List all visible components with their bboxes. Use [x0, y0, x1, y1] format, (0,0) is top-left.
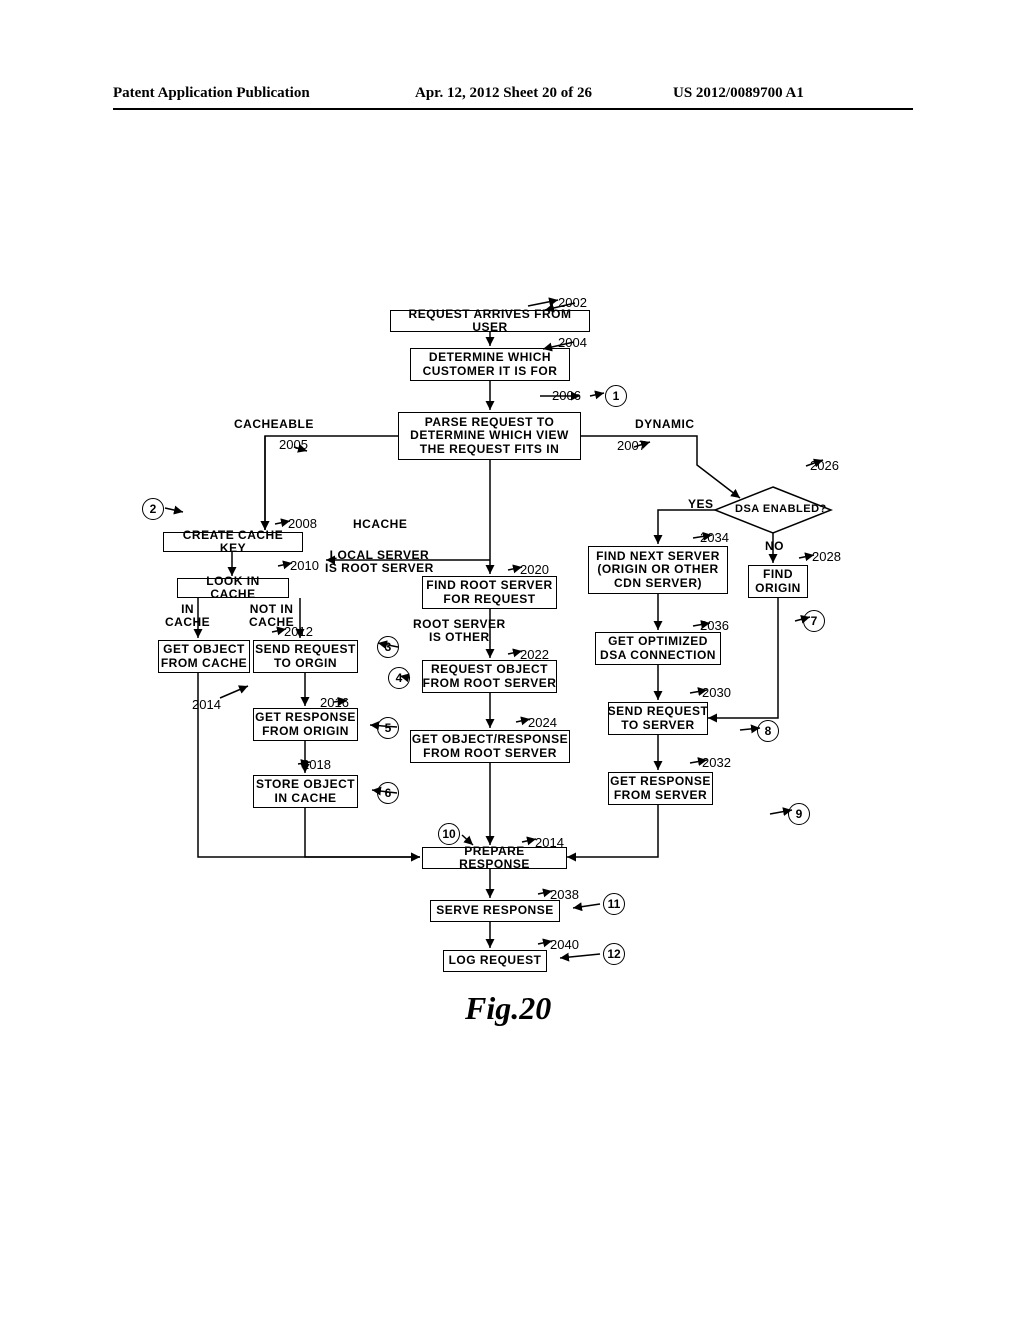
- figure-label: Fig.20: [465, 990, 551, 1027]
- flowchart-arrows: [0, 0, 1024, 1320]
- page: Patent Application Publication Apr. 12, …: [0, 0, 1024, 1320]
